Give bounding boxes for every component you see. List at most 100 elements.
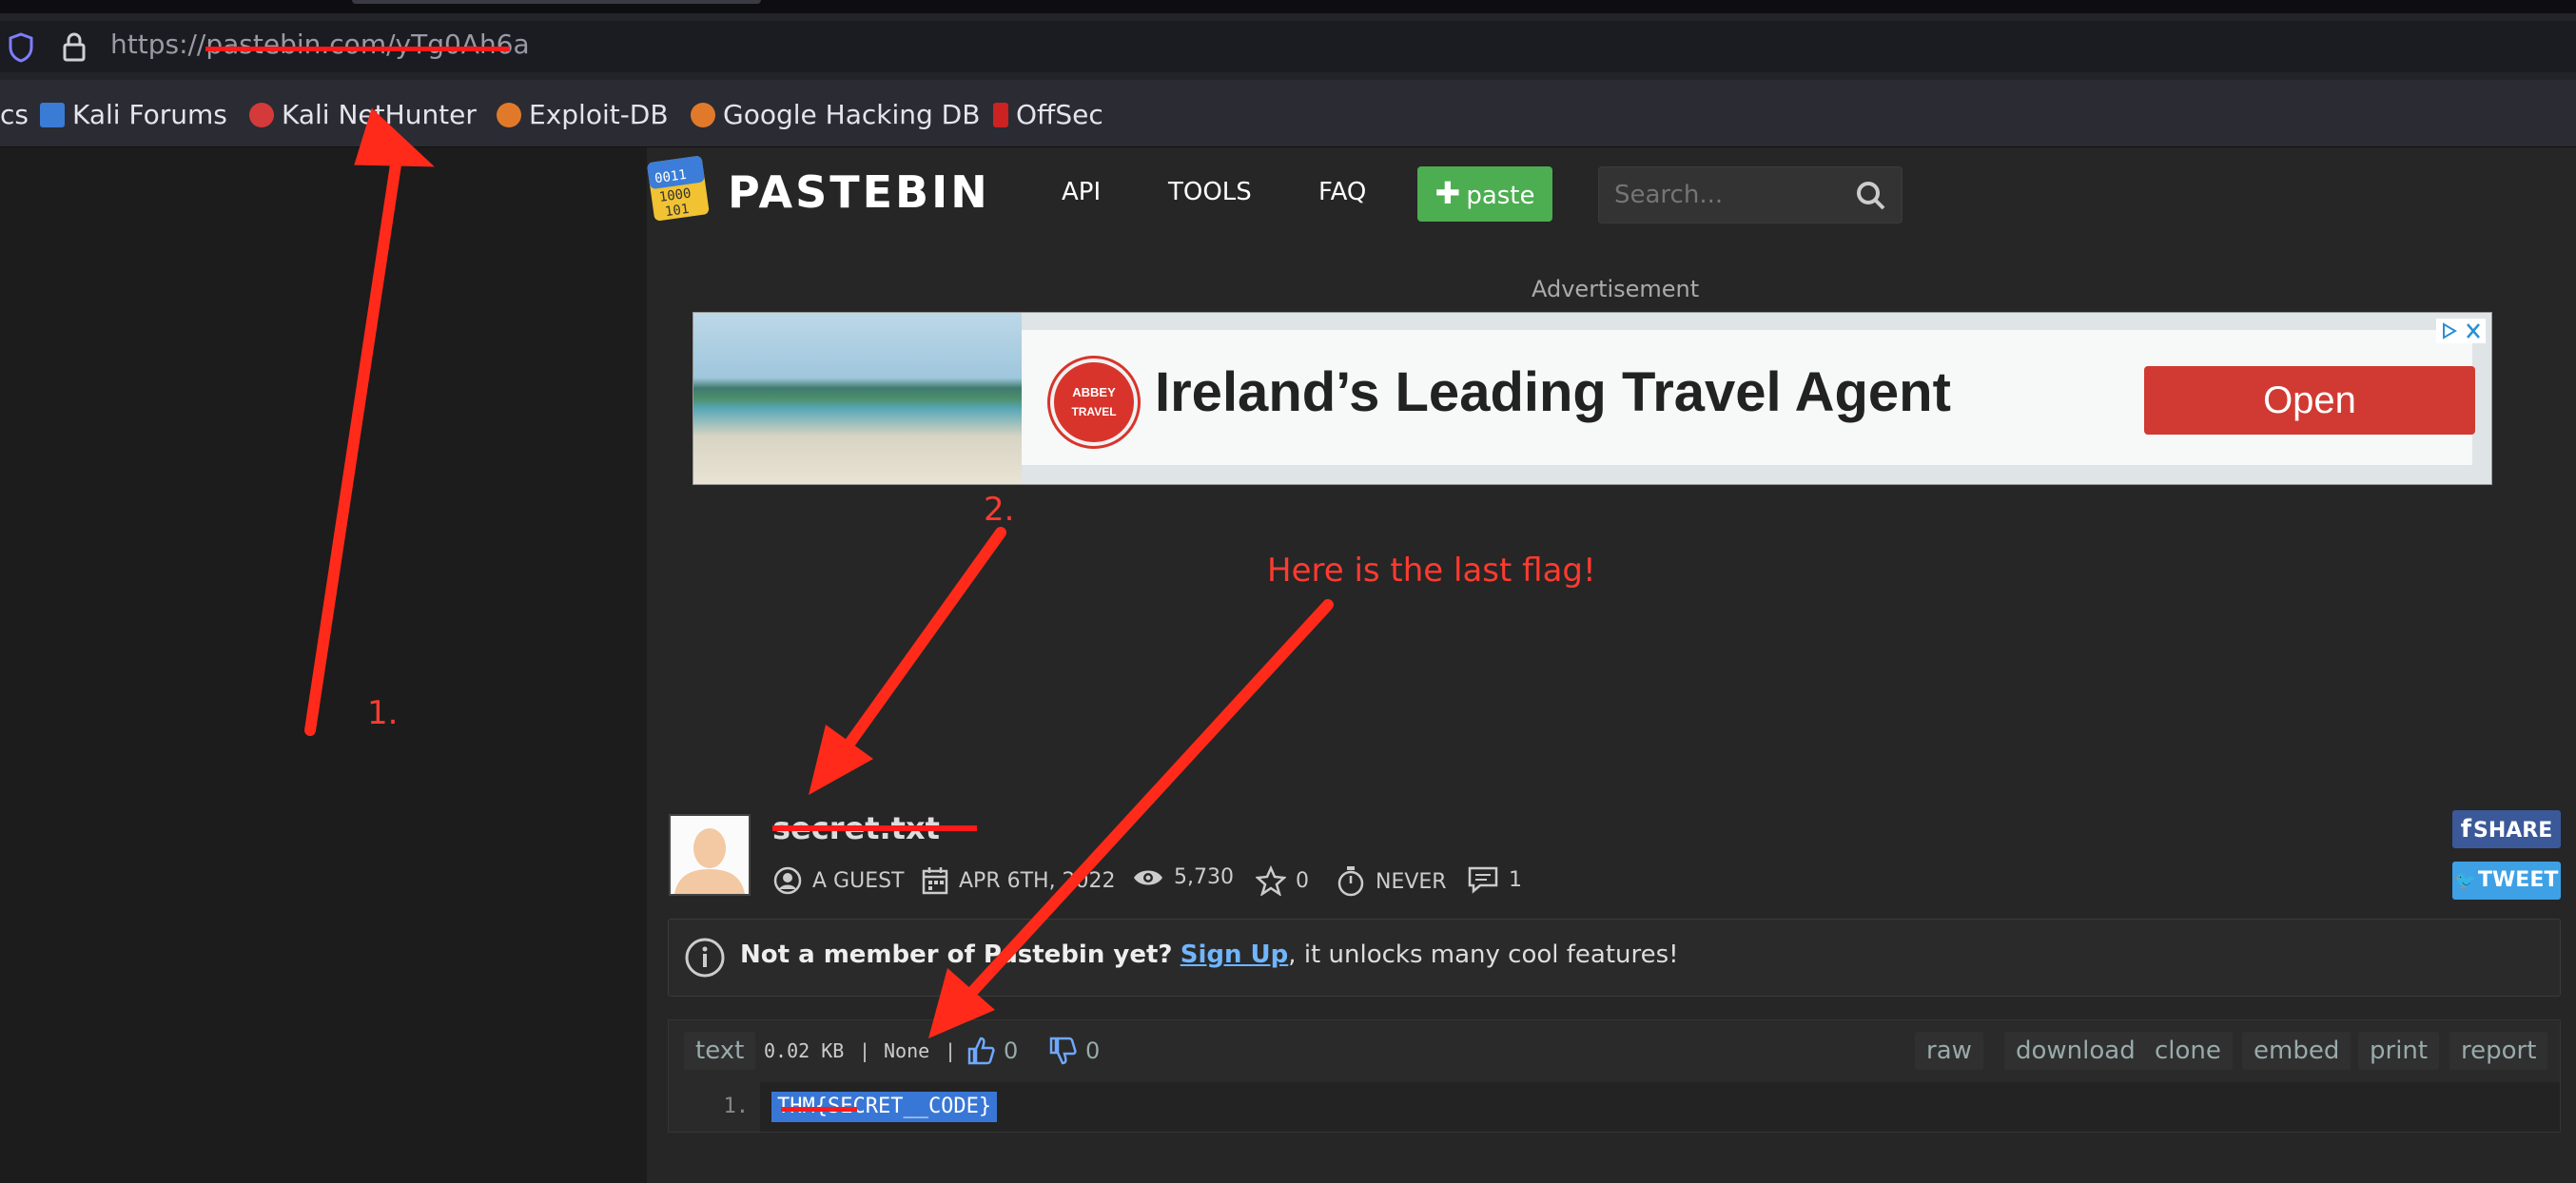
raw-link[interactable]: raw	[1915, 1032, 1983, 1070]
eye-icon	[1134, 870, 1162, 884]
title-redaction-line	[772, 825, 977, 831]
meta-author[interactable]: A GUEST	[772, 865, 905, 896]
download-link[interactable]: download	[2004, 1032, 2147, 1070]
user-circle-icon	[773, 866, 802, 895]
bookmark-label: cs	[0, 99, 29, 130]
svg-text:101: 101	[664, 202, 690, 220]
info-icon	[685, 938, 725, 978]
thumbs-down-icon	[1049, 1037, 1077, 1065]
ad-choices-close[interactable]	[2436, 319, 2486, 343]
notice-prefix: Not a member of Pastebin yet?	[740, 941, 1173, 969]
lock-icon[interactable]	[61, 30, 88, 63]
svg-text:ABBEY: ABBEY	[1072, 385, 1116, 399]
bookmark-exploit-db[interactable]: Exploit-DB	[497, 99, 669, 130]
paste-toolbar: text 0.02 KB | None | 0 0 raw download c…	[668, 1019, 2561, 1084]
nav-tools[interactable]: TOOLS	[1168, 178, 1252, 206]
tweet-label: TWEET	[2478, 868, 2559, 892]
meta-stars[interactable]: 0	[1256, 865, 1309, 896]
bookmark-google-hacking-db[interactable]: Google Hacking DB	[691, 99, 980, 130]
signup-link[interactable]: Sign Up	[1181, 941, 1289, 969]
search-icon[interactable]	[1856, 181, 1886, 211]
user-silhouette-icon	[671, 816, 749, 894]
meta-expiry: NEVER	[1336, 865, 1447, 898]
calendar-icon	[922, 867, 948, 895]
clone-link[interactable]: clone	[2143, 1032, 2233, 1070]
bookmark-kali-nethunter[interactable]: Kali NetHunter	[249, 99, 477, 130]
url-text[interactable]: https://pastebin.com/yTg0Ah6a	[110, 29, 530, 60]
bookmark-kali-forums[interactable]: Kali Forums	[40, 99, 227, 130]
meta-views: 5,730	[1132, 865, 1234, 889]
like-button[interactable]: 0	[966, 1032, 1018, 1070]
facebook-share-button[interactable]: fSHARE	[2452, 810, 2561, 848]
browser-toolbar: https://pastebin.com/yTg0Ah6a	[0, 13, 2576, 81]
paste-button-label: paste	[1466, 182, 1535, 210]
comment-count: 1	[1509, 867, 1522, 892]
bookmark-label: Kali NetHunter	[282, 99, 477, 130]
share-label: SHARE	[2473, 819, 2553, 843]
stopwatch-icon	[1337, 866, 1364, 897]
bookmarks-bar: cs Kali Forums Kali NetHunter Exploit-DB…	[0, 80, 2576, 147]
pastebin-header: 0011 1000 101 PASTEBIN API TOOLS FAQ ✚ pa…	[647, 147, 2576, 242]
report-link[interactable]: report	[2449, 1032, 2548, 1070]
advertisement-label: Advertisement	[1532, 276, 1700, 302]
paste-date: APR 6TH, 2022	[959, 868, 1116, 893]
bookmark-docs[interactable]: cs	[0, 99, 29, 130]
pastebin-logo-text[interactable]: PASTEBIN	[728, 166, 990, 218]
facebook-icon: f	[2460, 815, 2472, 844]
bookmark-offsec[interactable]: OffSec	[993, 99, 1103, 130]
paste-size: 0.02 KB	[764, 1039, 845, 1062]
star-count: 0	[1296, 868, 1309, 893]
separator: |	[859, 1039, 871, 1062]
advertisement-banner[interactable]: ABBEY TRAVEL Ireland’s Leading Travel Ag…	[693, 312, 2492, 485]
annotation-label-1: 1.	[367, 694, 399, 732]
annotation-label-2: 2.	[984, 491, 1015, 529]
exploit-db-icon	[497, 103, 521, 127]
abbey-travel-logo-graphic: ABBEY TRAVEL	[1071, 385, 1116, 418]
ghdb-icon	[691, 103, 715, 127]
code-line-selected[interactable]: THM{SECRET__CODE}	[771, 1092, 998, 1122]
ad-headline: Ireland’s Leading Travel Agent	[1155, 361, 1951, 423]
guest-avatar[interactable]	[669, 814, 751, 896]
meta-comments[interactable]: 1	[1467, 865, 1522, 894]
active-tab-edge[interactable]	[352, 0, 761, 4]
shield-icon[interactable]	[8, 32, 34, 63]
paste-category: None	[884, 1039, 930, 1062]
kali-forums-icon	[40, 103, 65, 127]
notice-suffix: , it unlocks many cool features!	[1288, 941, 1679, 969]
page-left-gutter	[0, 147, 647, 1183]
ad-choices-icon[interactable]	[2436, 319, 2486, 343]
plus-icon: ✚	[1434, 175, 1461, 211]
nav-api[interactable]: API	[1062, 178, 1101, 206]
nav-faq[interactable]: FAQ	[1318, 178, 1366, 206]
ad-open-button[interactable]: Open	[2144, 366, 2475, 435]
star-icon	[1256, 865, 1286, 896]
expires-value: NEVER	[1376, 869, 1447, 894]
twitter-icon: 🐦	[2454, 871, 2477, 891]
search-input[interactable]	[1612, 177, 1844, 213]
dislike-button[interactable]: 0	[1047, 1032, 1100, 1070]
svg-text:TRAVEL: TRAVEL	[1071, 405, 1116, 418]
pastebin-logo-icon[interactable]: 0011 1000 101	[647, 155, 712, 223]
paste-code-block: 1. THM{SECRET__CODE}	[668, 1082, 2561, 1133]
new-paste-button[interactable]: ✚ paste	[1417, 166, 1552, 222]
abbey-travel-logo: ABBEY TRAVEL	[1050, 359, 1138, 446]
annotation-flag-note: Here is the last flag!	[1267, 552, 1596, 590]
twitter-tweet-button[interactable]: 🐦TWEET	[2452, 862, 2561, 900]
comment-icon	[1468, 866, 1498, 894]
signup-notice: Not a member of Pastebin yet? Sign Up, i…	[668, 919, 2561, 997]
search-box	[1598, 166, 1903, 223]
ad-beach-image	[693, 313, 1022, 484]
like-count: 0	[1004, 1038, 1019, 1064]
address-bar[interactable]: https://pastebin.com/yTg0Ah6a	[0, 21, 2576, 72]
print-link[interactable]: print	[2358, 1032, 2440, 1070]
meta-date: APR 6TH, 2022	[921, 865, 1116, 896]
url-redaction-line	[205, 47, 510, 51]
bookmark-label: Kali Forums	[72, 99, 227, 130]
notice-text: Not a member of Pastebin yet? Sign Up, i…	[740, 941, 1679, 969]
nethunter-icon	[249, 103, 274, 127]
offsec-icon	[993, 103, 1008, 127]
syntax-link[interactable]: text	[684, 1032, 756, 1070]
browser-tab-strip	[0, 0, 2576, 13]
embed-link[interactable]: embed	[2242, 1032, 2352, 1070]
dislike-count: 0	[1085, 1038, 1101, 1064]
